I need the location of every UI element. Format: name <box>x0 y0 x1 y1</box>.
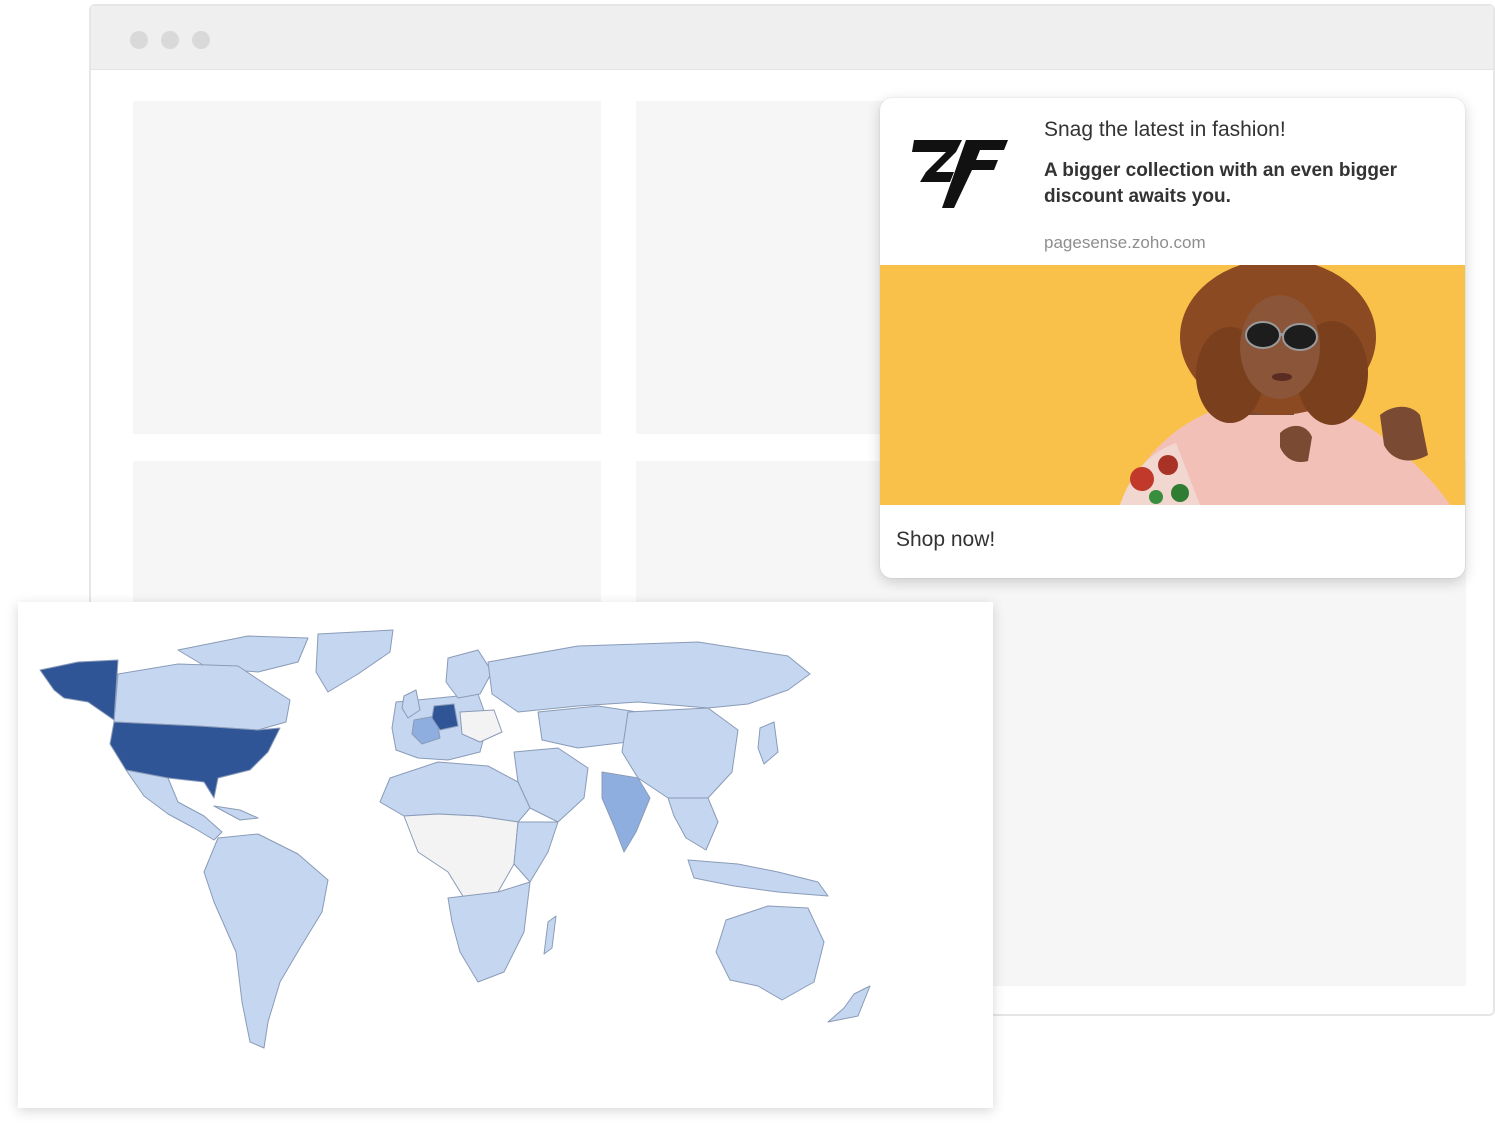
world-map-panel <box>18 602 993 1108</box>
map-region-southern-africa[interactable] <box>447 881 531 983</box>
map-region-japan[interactable] <box>757 721 779 765</box>
map-region-usa[interactable] <box>109 721 281 799</box>
map-region-indonesia[interactable] <box>687 859 829 897</box>
map-region-east-africa[interactable] <box>513 821 559 883</box>
notification-hero-image <box>880 265 1465 505</box>
map-region-caribbean[interactable] <box>213 805 259 821</box>
map-region-new-zealand[interactable] <box>827 985 871 1023</box>
map-region-central-africa[interactable] <box>403 813 519 899</box>
map-region-central-asia[interactable] <box>537 705 639 749</box>
map-region-canada[interactable] <box>113 663 291 731</box>
brand-logo-icon <box>912 140 1008 208</box>
notification-title: Snag the latest in fashion! <box>1044 118 1286 141</box>
window-minimize-dot[interactable] <box>161 31 179 49</box>
map-region-india[interactable] <box>601 771 651 853</box>
window-maximize-dot[interactable] <box>192 31 210 49</box>
map-region-alaska[interactable] <box>39 659 119 721</box>
map-region-north-africa[interactable] <box>379 761 531 823</box>
map-region-russia[interactable] <box>487 641 811 713</box>
map-region-south-america[interactable] <box>203 833 329 1049</box>
map-region-southeast-asia[interactable] <box>667 797 719 851</box>
map-region-australia[interactable] <box>715 905 825 1001</box>
map-region-madagascar[interactable] <box>543 915 557 955</box>
notification-body: A bigger collection with an even bigger … <box>1044 160 1397 207</box>
shop-now-button[interactable]: Shop now! <box>896 528 995 552</box>
map-region-greenland[interactable] <box>315 629 394 693</box>
browser-titlebar <box>91 6 1493 70</box>
map-region-scandinavia[interactable] <box>445 649 493 699</box>
content-placeholder <box>133 101 601 434</box>
content-placeholder <box>133 461 601 621</box>
world-map <box>39 629 871 1049</box>
window-close-dot[interactable] <box>130 31 148 49</box>
notification-url: pagesense.zoho.com <box>1044 233 1206 252</box>
push-notification[interactable]: Snag the latest in fashion! A bigger col… <box>880 98 1465 578</box>
